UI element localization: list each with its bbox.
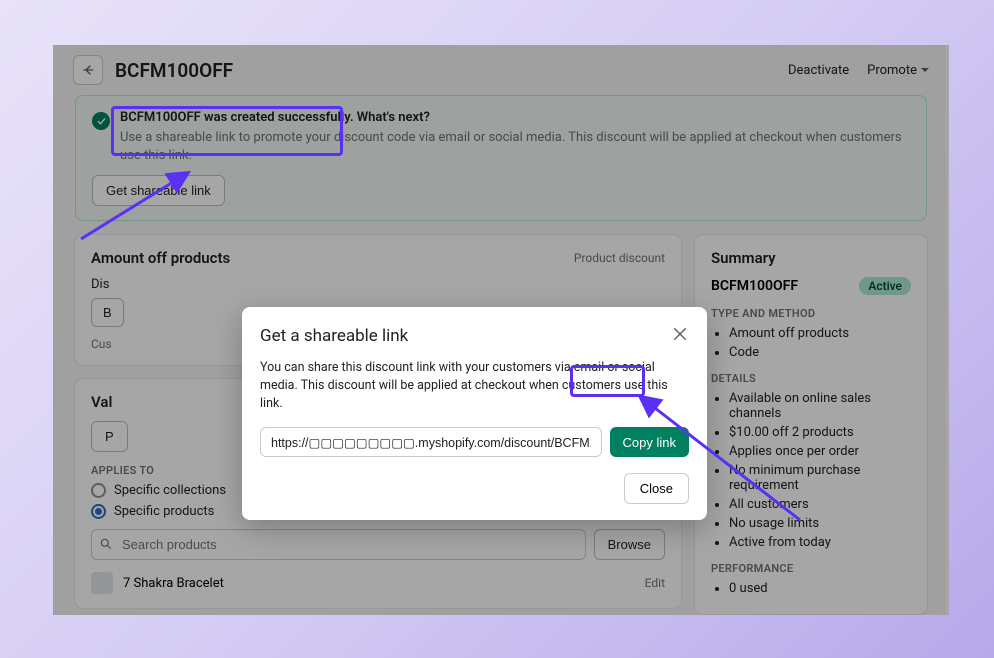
close-icon [671, 325, 689, 343]
annotation-arrow-1 [76, 164, 196, 244]
modal-title: Get a shareable link [260, 326, 408, 346]
shareable-link-input[interactable] [260, 427, 602, 457]
annotation-arrow-2 [630, 390, 810, 530]
annotation-highlight-shareable-link [111, 106, 343, 156]
modal-close-x[interactable] [671, 325, 689, 347]
